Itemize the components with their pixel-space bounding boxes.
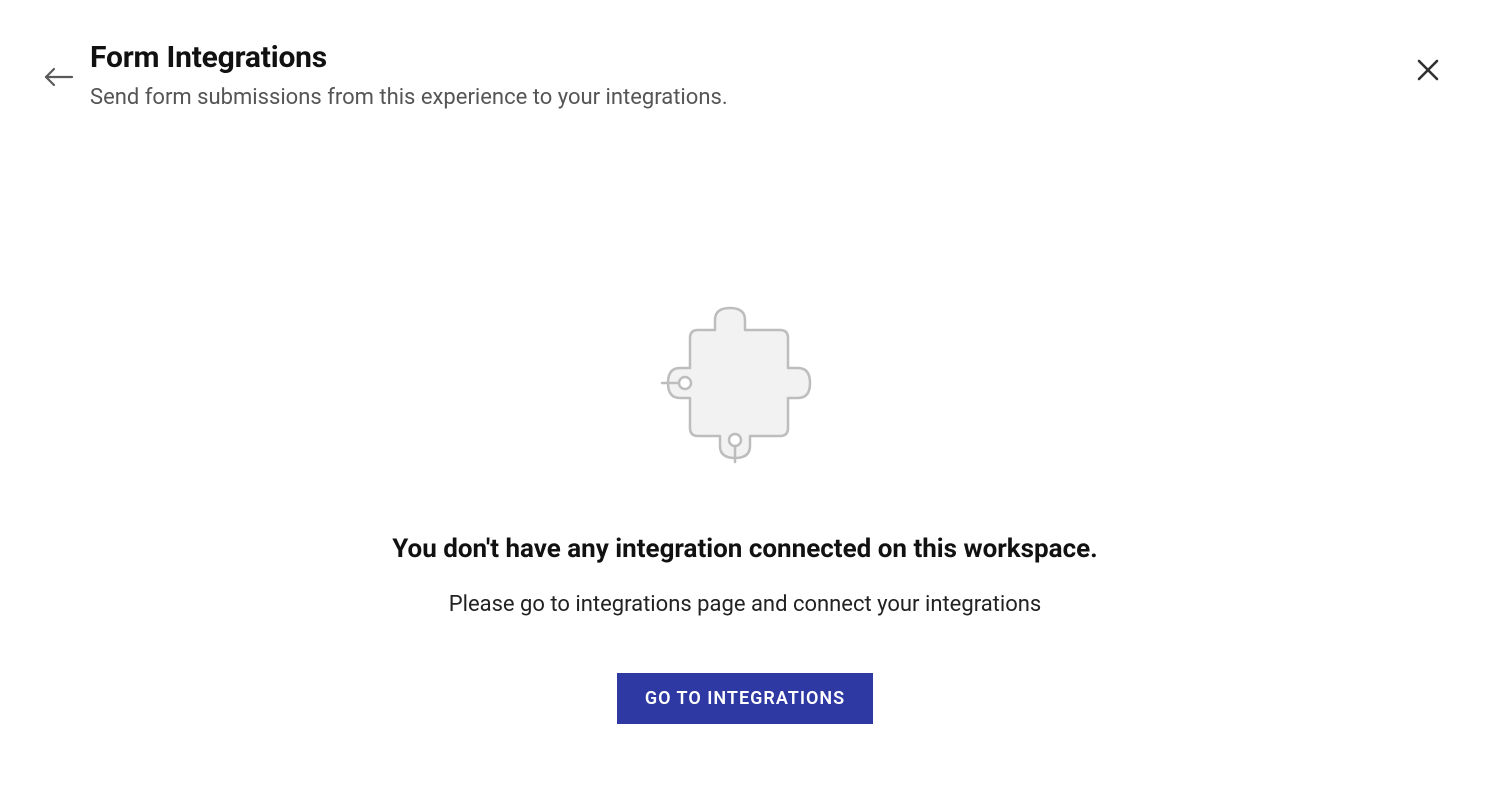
empty-state: You don't have any integration connected… (0, 300, 1490, 724)
empty-state-title: You don't have any integration connected… (392, 534, 1097, 564)
page-title: Form Integrations (90, 40, 1416, 75)
header-text: Form Integrations Send form submissions … (90, 40, 1416, 110)
back-button[interactable] (44, 66, 74, 88)
puzzle-piece-icon (660, 300, 830, 474)
header: Form Integrations Send form submissions … (0, 0, 1490, 110)
empty-state-subtitle: Please go to integrations page and conne… (449, 592, 1042, 617)
page-subtitle: Send form submissions from this experien… (90, 85, 1416, 110)
arrow-left-icon (44, 66, 74, 88)
close-button[interactable] (1416, 58, 1440, 82)
go-to-integrations-button[interactable]: GO TO INTEGRATIONS (617, 673, 873, 724)
close-icon (1416, 58, 1440, 82)
